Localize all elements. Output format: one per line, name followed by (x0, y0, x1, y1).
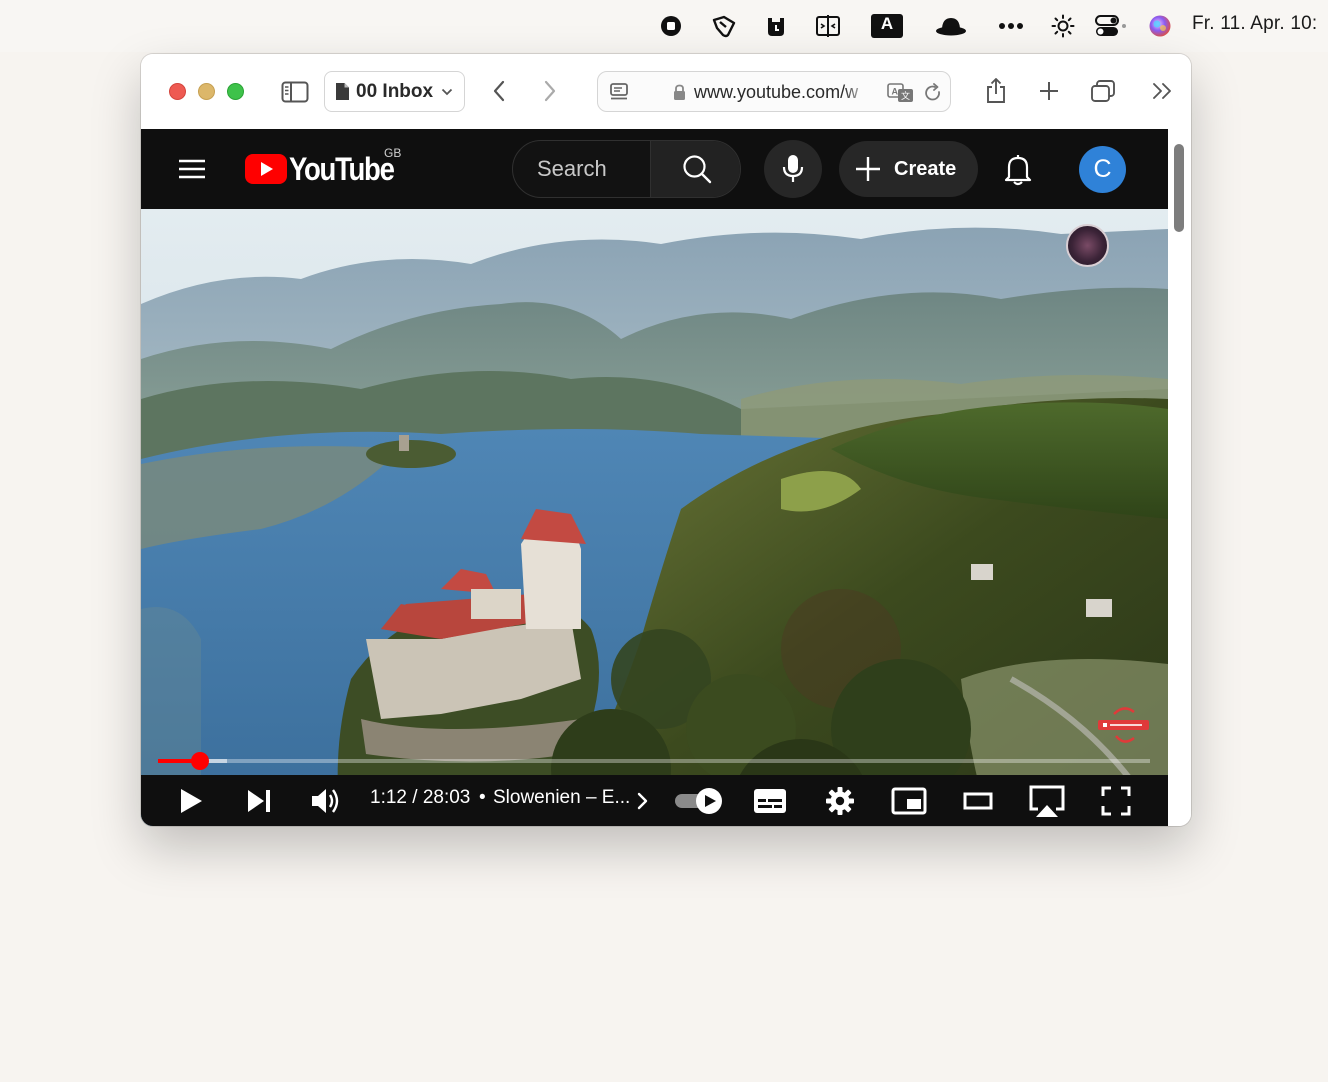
chapter-separator: • (479, 787, 486, 808)
url-text: www.youtube.com/w (694, 82, 859, 102)
time-display: 1:12 / 28:03 (370, 787, 471, 808)
autoplay-toggle-icon (675, 788, 722, 814)
tab-group-selector[interactable]: 00 Inbox (324, 71, 465, 112)
bell-icon (1004, 155, 1032, 186)
page-menu-icon[interactable] (608, 81, 632, 103)
create-label: Create (894, 157, 957, 180)
youtube-logo-text[interactable]: YouTube (289, 151, 395, 188)
browser-window: 00 Inbox www.youtube.com/w A文 YouTube GB… (141, 54, 1191, 826)
current-time: 1:12 (370, 787, 407, 808)
play-button[interactable] (175, 781, 207, 821)
new-tab-icon[interactable] (1036, 78, 1062, 104)
document-icon (336, 83, 349, 100)
account-avatar[interactable]: C (1079, 146, 1126, 193)
channel-watermark[interactable] (1066, 224, 1109, 267)
text-a-icon[interactable]: A (871, 12, 903, 40)
reload-icon[interactable] (922, 82, 944, 104)
close-window-button[interactable] (169, 83, 186, 100)
chevron-left-icon (493, 80, 505, 102)
chevron-down-icon (441, 88, 453, 95)
translate-icon[interactable]: A文 (886, 82, 916, 104)
fullscreen-button[interactable] (1099, 781, 1133, 821)
theater-mode-icon (963, 792, 993, 810)
scrollbar-thumb[interactable] (1174, 144, 1184, 232)
youtube-page: YouTube GB Create C (141, 129, 1168, 826)
zoom-window-button[interactable] (227, 83, 244, 100)
text-a-label: A (880, 14, 894, 33)
search-button[interactable] (650, 141, 740, 197)
video-frame (141, 209, 1168, 826)
more-dots-icon[interactable] (997, 12, 1025, 40)
timer-cup-icon[interactable] (762, 12, 790, 40)
create-button[interactable]: Create (839, 141, 978, 197)
miniplayer-icon (891, 787, 927, 815)
chapter-title[interactable]: Slowenien – E... (493, 787, 630, 809)
tab-overview-icon[interactable] (1089, 78, 1117, 104)
chevron-right-icon (637, 792, 648, 810)
forward-button[interactable] (538, 76, 562, 106)
brightness-icon[interactable] (1049, 12, 1077, 40)
sidebar-toggle-icon[interactable] (280, 78, 310, 106)
youtube-logo-icon[interactable] (245, 154, 287, 184)
browser-toolbar: 00 Inbox www.youtube.com/w A文 (141, 54, 1191, 129)
microphone-icon (782, 155, 804, 182)
chevron-right-icon (544, 80, 556, 102)
video-player[interactable]: 1:12 / 28:03 • Slowenien – E... (141, 209, 1168, 826)
siri-icon[interactable] (1146, 12, 1174, 40)
control-center-icon[interactable] (1094, 12, 1128, 40)
play-icon (181, 789, 202, 813)
more-toolbar-items-icon[interactable] (1149, 80, 1175, 102)
theater-mode-button[interactable] (961, 781, 995, 821)
page-scrollbar[interactable] (1168, 129, 1191, 826)
gear-icon (826, 787, 854, 815)
menu-bar-clock[interactable]: Fr. 11. Apr. 10: (1192, 13, 1317, 35)
minimize-window-button[interactable] (198, 83, 215, 100)
search-box (512, 140, 741, 198)
svg-text:文: 文 (901, 90, 910, 102)
address-bar[interactable]: www.youtube.com/w A文 (597, 71, 951, 112)
subtitles-button[interactable] (752, 781, 788, 821)
duration: 28:03 (422, 787, 471, 808)
airplay-icon (1029, 785, 1065, 817)
volume-icon (312, 789, 339, 813)
split-screen-icon[interactable] (814, 12, 842, 40)
search-input[interactable] (513, 141, 650, 197)
svg-text:A: A (892, 87, 899, 97)
back-button[interactable] (487, 76, 511, 106)
region-code: GB (384, 146, 402, 160)
plus-icon (856, 157, 880, 181)
airplay-button[interactable] (1026, 781, 1068, 821)
hamburger-menu-icon[interactable] (177, 155, 207, 183)
miniplayer-button[interactable] (890, 781, 928, 821)
player-controls: 1:12 / 28:03 • Slowenien – E... (141, 775, 1168, 826)
record-icon[interactable] (657, 12, 685, 40)
tab-group-label: 00 Inbox (356, 80, 434, 102)
subscribe-watermark-icon[interactable] (1096, 704, 1151, 748)
youtube-header: YouTube GB Create C (141, 129, 1168, 209)
skip-next-icon (248, 790, 270, 812)
notifications-button[interactable] (998, 150, 1038, 190)
hat-icon[interactable] (934, 12, 968, 40)
next-video-button[interactable] (243, 781, 275, 821)
lock-icon (671, 82, 687, 102)
chapter-chevron-button[interactable] (634, 781, 652, 821)
cursor-pointer-icon[interactable] (710, 12, 738, 40)
search-icon (682, 155, 711, 184)
share-icon[interactable] (983, 76, 1009, 106)
fullscreen-icon (1101, 786, 1131, 816)
autoplay-toggle[interactable] (672, 781, 724, 821)
subtitles-icon (754, 789, 786, 813)
menu-bar: A Fr. 11. Apr. 10: (0, 0, 1328, 52)
mute-button[interactable] (309, 781, 343, 821)
settings-button[interactable] (823, 781, 857, 821)
progress-bar[interactable] (158, 752, 1150, 770)
voice-search-button[interactable] (764, 140, 822, 198)
